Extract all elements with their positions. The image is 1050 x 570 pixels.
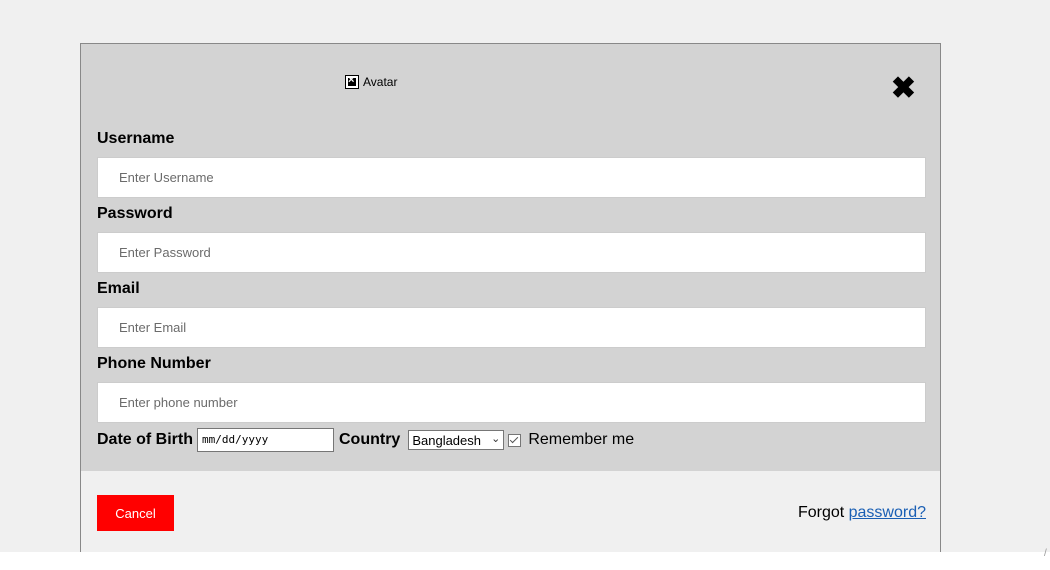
broken-image-icon <box>345 74 359 89</box>
close-icon[interactable]: ✖ <box>891 74 916 104</box>
email-label: Email <box>97 280 140 297</box>
remember-checkbox[interactable] <box>508 433 522 447</box>
forgot-prefix: Forgot <box>797 504 849 521</box>
avatar: Avatar <box>345 74 398 89</box>
inline-options-row: Date of Birth mm/dd/yyyy Country Banglad… <box>97 428 926 452</box>
modal-body: Avatar ✖ Username Password Email Phone N… <box>81 44 940 471</box>
password-input[interactable] <box>97 232 926 273</box>
dob-input[interactable]: mm/dd/yyyy <box>197 428 334 452</box>
country-selected-value: Bangladesh <box>412 432 481 448</box>
phone-input[interactable] <box>97 382 926 423</box>
remember-label: Remember me <box>528 431 635 448</box>
forgot-password-link[interactable]: password? <box>849 504 926 521</box>
username-input[interactable] <box>97 157 926 198</box>
email-input[interactable] <box>97 307 926 348</box>
signup-modal: Avatar ✖ Username Password Email Phone N… <box>80 43 941 552</box>
signup-form: Username Password Email Phone Number Dat… <box>97 129 926 452</box>
avatar-alt-text: Avatar <box>363 75 398 89</box>
modal-footer: Cancel Forgot password? <box>97 495 926 531</box>
dob-label: Date of Birth <box>97 431 193 448</box>
chevron-down-icon: ⌄ <box>491 433 501 445</box>
country-select[interactable]: Bangladesh ⌄ <box>408 430 505 450</box>
password-label: Password <box>97 205 173 222</box>
resize-handle-icon: / <box>1044 548 1047 559</box>
country-label: Country <box>339 431 401 448</box>
cancel-button[interactable]: Cancel <box>97 495 174 531</box>
phone-label: Phone Number <box>97 355 211 372</box>
forgot-password: Forgot password? <box>798 504 926 522</box>
username-label: Username <box>97 130 175 147</box>
